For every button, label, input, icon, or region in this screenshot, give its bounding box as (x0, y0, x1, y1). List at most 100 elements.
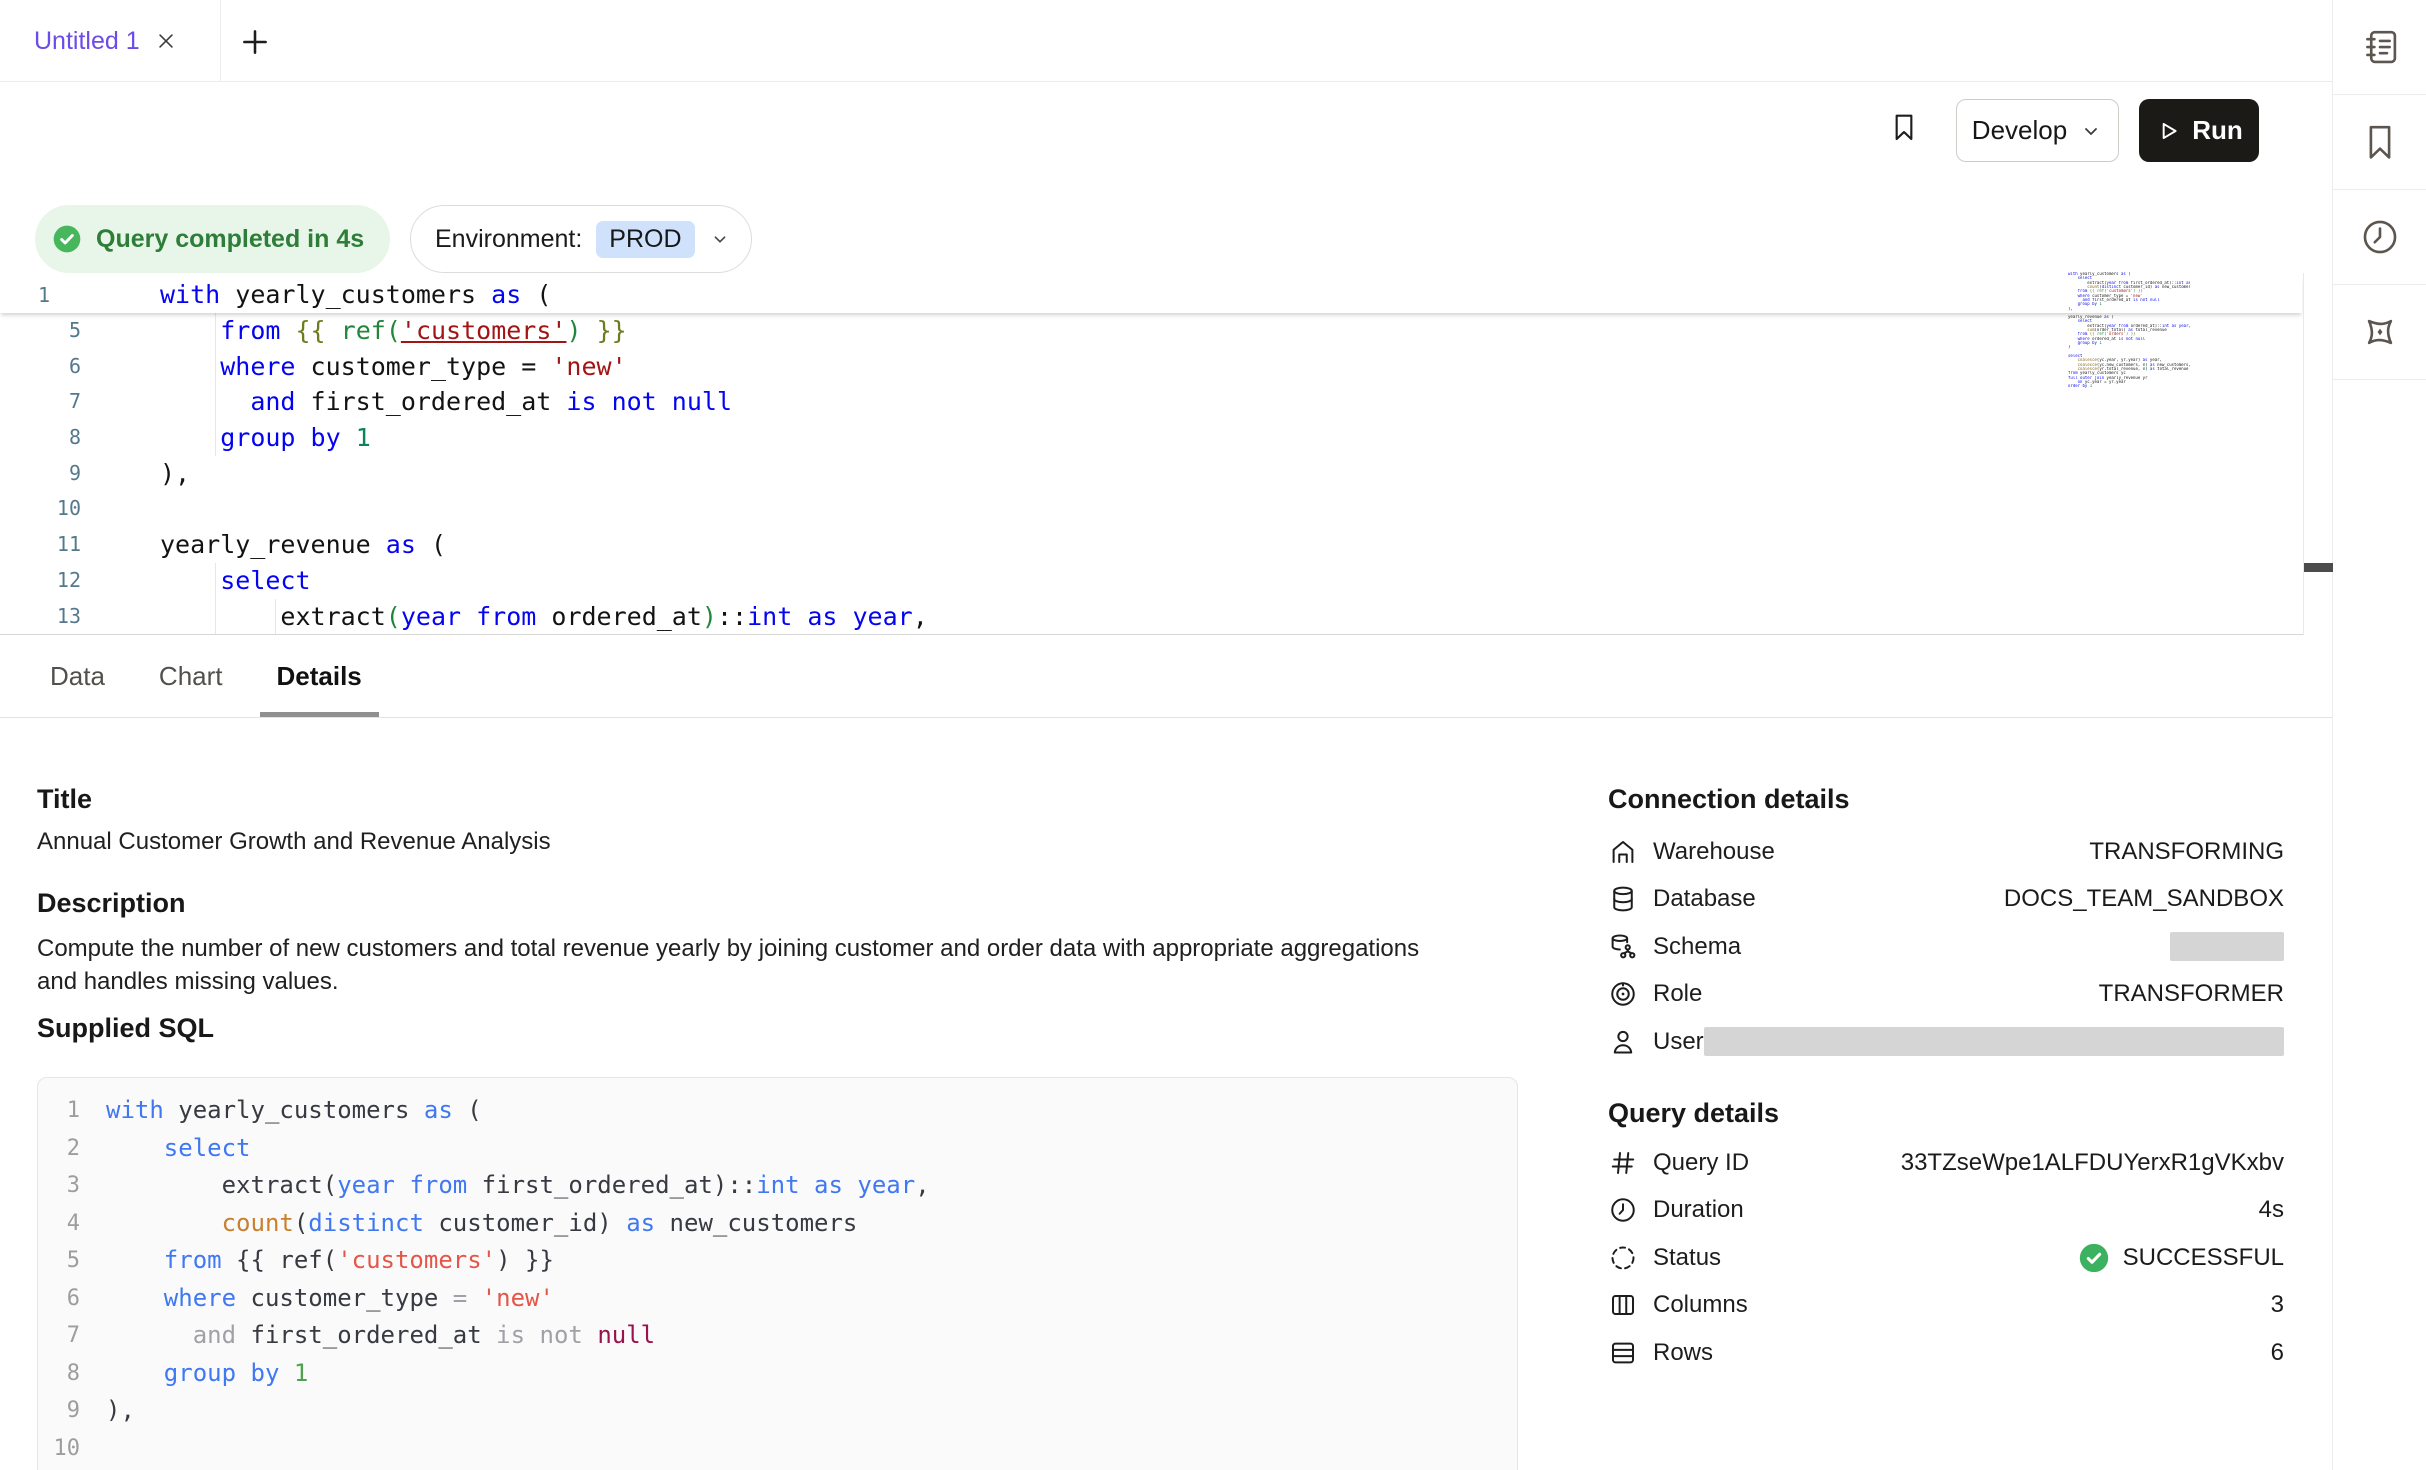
line-number: 5 (0, 313, 81, 349)
redacted-value (1704, 1027, 2284, 1056)
rail-notebook-icon[interactable] (2333, 0, 2426, 95)
check-circle-icon (2077, 1241, 2111, 1275)
line-number: 4 (50, 1205, 80, 1243)
connection-row-database: DatabaseDOCS_TEAM_SANDBOX (1608, 876, 2284, 924)
title-value: Annual Customer Growth and Revenue Analy… (37, 828, 551, 856)
app-window: Untitled 1 Develop Run Query completed i… (0, 0, 2426, 1470)
detail-value: 3 (2271, 1291, 2284, 1319)
supplied-sql-line-1: 1with yearly_customers as ( (60, 1092, 1517, 1130)
run-button[interactable]: Run (2139, 99, 2259, 162)
line-number: 9 (50, 1392, 80, 1430)
query-row-duration: Duration 4s (1608, 1187, 2284, 1235)
supplied-sql-line-8: 8 group by 1 (60, 1355, 1517, 1393)
supplied-sql-line-9: 9), (60, 1392, 1517, 1430)
results-tab-border (0, 717, 2332, 718)
tab-chart[interactable]: Chart (142, 635, 240, 717)
line-number: 3 (50, 1167, 80, 1205)
supplied-sql-line-4: 4 count(distinct customer_id) as new_cus… (60, 1205, 1517, 1243)
detail-label: Columns (1653, 1291, 1748, 1319)
line-number: 9 (0, 456, 81, 492)
editor-minimap[interactable]: with yearly_customers as ( select extrac… (2068, 272, 2190, 398)
develop-button-label: Develop (1972, 115, 2067, 146)
detail-label: Schema (1653, 933, 1741, 961)
editor-code-line-5[interactable]: 5 from {{ ref('customers') }} (0, 313, 2302, 349)
connection-row-role: Role TRANSFORMER (1608, 971, 2284, 1019)
redacted-value (2170, 932, 2284, 961)
play-icon (2155, 118, 2181, 144)
supplied-sql-line-2: 2 select (60, 1130, 1517, 1168)
environment-selector[interactable]: Environment: PROD (410, 205, 752, 273)
detail-value: SUCCESSFUL (2077, 1241, 2284, 1275)
rows-icon (1608, 1338, 1638, 1368)
line-number: 7 (50, 1317, 80, 1355)
detail-label: Query ID (1653, 1149, 1749, 1177)
chevron-down-icon (2079, 119, 2103, 143)
connection-row-user: User (1608, 1018, 2284, 1066)
bookmark-icon[interactable] (1888, 109, 1920, 145)
supplied-sql-line-5: 5 from {{ ref('customers') }} (60, 1242, 1517, 1280)
chevron-down-icon (709, 228, 731, 250)
compass-icon (2359, 311, 2401, 353)
line-number: 11 (0, 527, 81, 563)
editor-sticky-line-1[interactable]: 1with yearly_customers as ( (0, 277, 2302, 313)
tab-data[interactable]: Data (33, 635, 122, 717)
editor-code-line-7[interactable]: 7 and first_ordered_at is not null (0, 384, 2302, 420)
tab-bar: Untitled 1 (0, 0, 2332, 82)
close-icon[interactable] (155, 30, 177, 52)
detail-label: Role (1653, 980, 1702, 1008)
connection-row-schema: Schema (1608, 923, 2284, 971)
editor-scrollbar-track[interactable] (2303, 273, 2332, 635)
supplied-sql-line-3: 3 extract(year from first_ordered_at)::i… (60, 1167, 1517, 1205)
detail-label: Rows (1653, 1339, 1713, 1367)
editor-code-line-6[interactable]: 6 where customer_type = 'new' (0, 349, 2302, 385)
line-number: 10 (0, 491, 81, 527)
rail-compass-icon[interactable] (2333, 285, 2426, 380)
line-number: 5 (50, 1242, 80, 1280)
query-status-text: Query completed in 4s (96, 225, 364, 254)
tab-untitled-1[interactable]: Untitled 1 (0, 0, 221, 82)
spinner-icon (1608, 1243, 1638, 1273)
title-heading: Title (37, 784, 92, 815)
line-number: 2 (50, 1130, 80, 1168)
editor-scrollbar-thumb[interactable] (2304, 563, 2333, 572)
editor-code-line-11[interactable]: 11yearly_revenue as ( (0, 527, 2302, 563)
supplied-sql-code-block: 1with yearly_customers as (2 select3 ext… (37, 1077, 1518, 1470)
editor-code-line-13[interactable]: 13 extract(year from ordered_at)::int as… (0, 599, 2302, 635)
sql-editor[interactable]: 1with yearly_customers as ( 5 from {{ re… (0, 277, 2332, 635)
line-number: 1 (50, 1092, 80, 1130)
line-number: 1 (0, 277, 50, 313)
detail-value (1704, 1027, 2284, 1056)
detail-label: Duration (1653, 1196, 1744, 1224)
history-icon (2359, 216, 2401, 258)
database-icon (1608, 884, 1638, 914)
line-number: 10 (50, 1430, 80, 1468)
detail-value: 6 (2271, 1339, 2284, 1367)
description-value: Compute the number of new customers and … (37, 932, 1447, 998)
role-icon (1608, 979, 1638, 1009)
rail-bookmark-icon[interactable] (2333, 95, 2426, 190)
detail-value: 4s (2259, 1196, 2284, 1224)
query-row-query-id: Query ID33TZseWpe1ALFDUYerxR1gVKxbv (1608, 1139, 2284, 1187)
user-icon (1608, 1027, 1638, 1057)
line-number: 13 (0, 599, 81, 635)
develop-button[interactable]: Develop (1956, 99, 2119, 162)
schema-icon (1608, 932, 1638, 962)
tab-details[interactable]: Details (260, 635, 379, 717)
detail-value: TRANSFORMING (2089, 838, 2284, 866)
editor-sticky-scroll-line[interactable]: 1with yearly_customers as ( (0, 277, 2302, 313)
rail-history-icon[interactable] (2333, 190, 2426, 285)
results-tab-bar: DataChartDetails (33, 635, 399, 717)
bookmark-icon (2359, 121, 2401, 163)
detail-value: DOCS_TEAM_SANDBOX (2004, 885, 2284, 913)
line-number: 6 (0, 349, 81, 385)
editor-code-line-8[interactable]: 8 group by 1 (0, 420, 2302, 456)
editor-lines[interactable]: 5 from {{ ref('customers') }}6 where cus… (0, 313, 2302, 634)
editor-code-line-12[interactable]: 12 select (0, 563, 2302, 599)
query-details-heading: Query details (1608, 1098, 1779, 1129)
new-tab-plus-icon[interactable] (238, 25, 272, 59)
detail-value: TRANSFORMER (2099, 980, 2284, 1008)
line-number: 6 (50, 1280, 80, 1318)
editor-code-line-10[interactable]: 10 (0, 491, 2302, 527)
editor-code-line-9[interactable]: 9), (0, 456, 2302, 492)
detail-label: User (1653, 1028, 1704, 1056)
